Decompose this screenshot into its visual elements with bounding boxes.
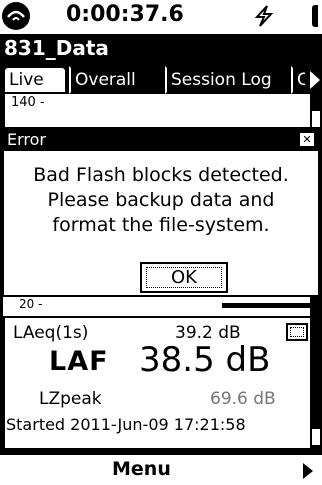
scrollbar-thumb[interactable] bbox=[311, 428, 321, 446]
readings-panel: LAeq(1s) 39.2 dB LAF 38.5 dB LZpeak 69.6… bbox=[3, 318, 310, 448]
lzpeak-value: 69.6 dB bbox=[210, 389, 276, 409]
error-dialog: Error ✕ Bad Flash blocks detected. Pleas… bbox=[2, 127, 320, 297]
elapsed-time: 0:00:37.6 bbox=[66, 2, 184, 27]
ok-button-label: OK bbox=[146, 267, 222, 288]
graph-bottom-strip: 20 - bbox=[3, 297, 310, 316]
title-bar: 831_Data bbox=[0, 34, 322, 64]
close-icon[interactable]: ✕ bbox=[300, 133, 314, 146]
edge-indicator bbox=[312, 5, 318, 27]
play-arrow-icon[interactable] bbox=[303, 463, 313, 479]
device-screen: 0:00:37.6 831_Data Live Overall Session … bbox=[0, 0, 322, 485]
tab-live[interactable]: Live bbox=[3, 66, 67, 94]
tab-session-log[interactable]: Session Log bbox=[165, 66, 289, 94]
dialog-message: Bad Flash blocks detected. Please backup… bbox=[4, 163, 318, 238]
started-timestamp: Started 2011-Jun-09 17:21:58 bbox=[6, 415, 246, 434]
graph-bottom-tick: 20 - bbox=[19, 297, 43, 311]
message-line: format the file-system. bbox=[52, 214, 270, 236]
tab-bar: Live Overall Session Log C bbox=[0, 64, 322, 94]
graph-gridline bbox=[47, 305, 222, 307]
menu-button[interactable]: Menu bbox=[112, 458, 171, 480]
bottom-bar: Menu bbox=[0, 452, 322, 485]
message-line: Bad Flash blocks detected. bbox=[33, 164, 289, 186]
message-line: Please backup data and bbox=[47, 189, 275, 211]
ok-button[interactable]: OK bbox=[140, 262, 228, 293]
level-bar bbox=[222, 303, 310, 308]
readings-scrollbar[interactable] bbox=[310, 318, 322, 448]
graph-top-tick: 140 - bbox=[11, 95, 45, 110]
laf-label: LAF bbox=[49, 346, 109, 377]
tab-more[interactable]: C bbox=[291, 66, 307, 94]
tab-overall[interactable]: Overall bbox=[69, 66, 163, 94]
dialog-header: Error ✕ bbox=[4, 129, 318, 151]
tab-scroll-right-icon[interactable] bbox=[310, 70, 322, 90]
laeq-label: LAeq(1s) bbox=[13, 323, 89, 343]
status-bar: 0:00:37.6 bbox=[0, 0, 322, 34]
graph-gridline bbox=[45, 104, 306, 106]
display-mode-icon[interactable] bbox=[286, 323, 308, 341]
laf-value: 38.5 dB bbox=[139, 340, 271, 380]
lightning-bolt-icon bbox=[254, 5, 274, 27]
dialog-title: Error bbox=[7, 130, 46, 149]
power-logo-icon bbox=[2, 2, 30, 30]
window-title: 831_Data bbox=[4, 36, 109, 60]
lzpeak-label: LZpeak bbox=[39, 389, 102, 409]
